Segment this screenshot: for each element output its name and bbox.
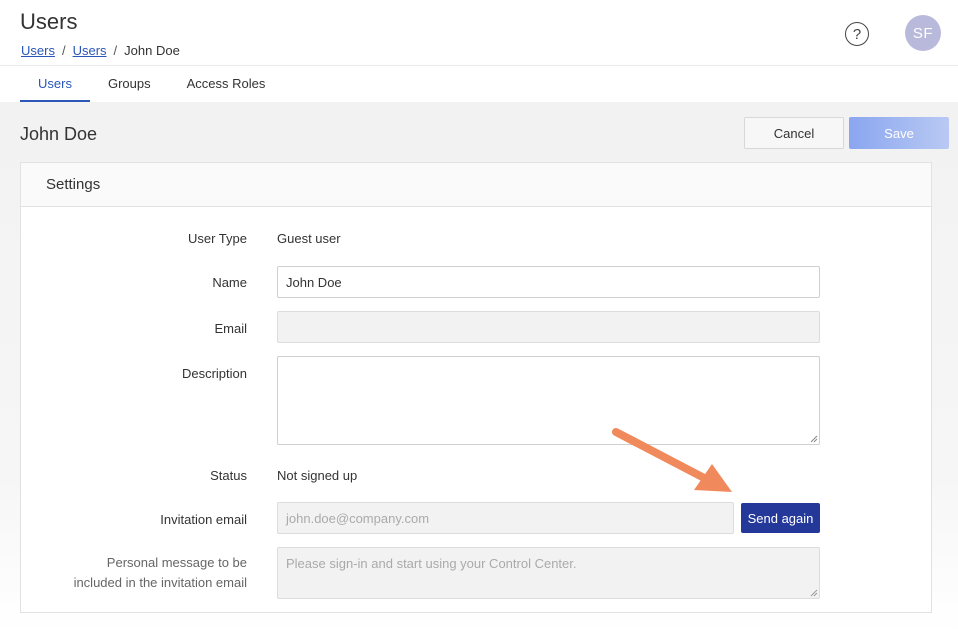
user-type-label: User Type: [187, 231, 247, 246]
question-circle-icon[interactable]: ?: [845, 22, 869, 46]
personal-message-label-line1: Personal message to be: [106, 555, 247, 570]
tab-groups[interactable]: Groups: [90, 66, 169, 102]
breadcrumb-separator: /: [61, 43, 66, 58]
resize-grip-icon[interactable]: [810, 435, 818, 443]
breadcrumb-link-users[interactable]: Users: [73, 43, 107, 58]
invitation-email-input[interactable]: john.doe@company.com: [277, 502, 734, 534]
breadcrumb-current: John Doe: [124, 43, 180, 58]
breadcrumb: Users / Users / John Doe: [21, 43, 180, 58]
avatar[interactable]: SF: [905, 15, 941, 51]
cancel-button[interactable]: Cancel: [744, 117, 844, 149]
main-content: John Doe Cancel Save Settings User Type …: [0, 102, 958, 634]
tab-access-roles[interactable]: Access Roles: [169, 66, 284, 102]
personal-message-placeholder: Please sign-in and start using your Cont…: [286, 556, 577, 571]
tab-bar: Users Groups Access Roles: [0, 66, 958, 102]
email-label: Email: [214, 321, 247, 336]
app-header: Users Users / Users / John Doe ? SF: [0, 0, 958, 66]
invitation-email-label: Invitation email: [160, 512, 247, 527]
annotation-arrow-icon: [612, 428, 732, 492]
status-label: Status: [210, 468, 247, 483]
page-title: Users: [20, 9, 78, 34]
settings-panel: Settings User Type Guest user Name John …: [20, 162, 932, 613]
breadcrumb-separator: /: [113, 43, 118, 58]
user-type-value: Guest user: [277, 231, 341, 246]
record-title: John Doe: [20, 124, 98, 144]
description-textarea[interactable]: [277, 356, 820, 445]
send-again-button[interactable]: Send again: [741, 503, 820, 533]
settings-header: Settings: [21, 163, 931, 207]
status-value: Not signed up: [277, 468, 358, 483]
name-label: Name: [212, 275, 247, 290]
description-label: Description: [181, 366, 247, 381]
email-input[interactable]: [277, 311, 820, 343]
breadcrumb-link-users-root[interactable]: Users: [21, 43, 55, 58]
save-button[interactable]: Save: [849, 117, 949, 149]
tab-users[interactable]: Users: [20, 66, 90, 102]
name-input[interactable]: John Doe: [277, 266, 820, 298]
personal-message-label: Personal message to be included in the i…: [21, 553, 247, 593]
personal-message-textarea[interactable]: Please sign-in and start using your Cont…: [277, 547, 820, 599]
resize-grip-icon[interactable]: [810, 589, 818, 597]
personal-message-label-line2: included in the invitation email: [73, 575, 247, 590]
